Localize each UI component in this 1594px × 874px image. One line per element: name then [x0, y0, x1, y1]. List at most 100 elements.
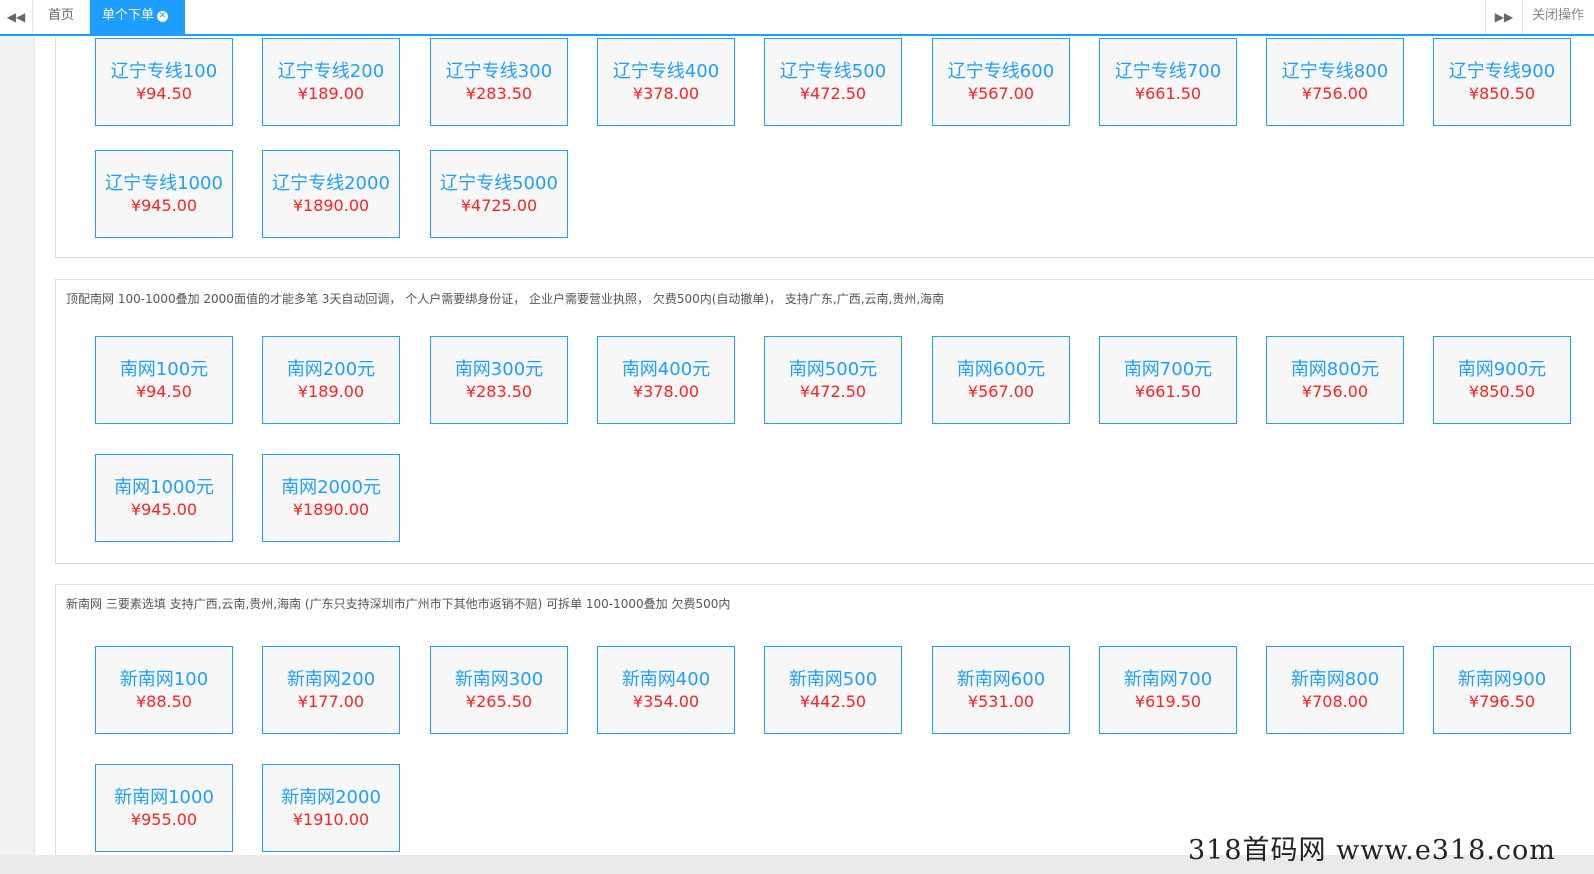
product-price: ¥661.50: [1134, 382, 1202, 401]
watermark: 318首码网 www.e318.com: [1188, 835, 1556, 866]
section-new-nanwang: 新南网 三要素选填 支持广西,云南,贵州,海南 (广东只支持深圳市广州市下其他市…: [55, 584, 1594, 855]
product-name: 南网500元: [788, 359, 878, 380]
close-icon[interactable]: ✕: [157, 11, 169, 22]
product-card[interactable]: 新南网100 ¥88.50: [95, 646, 233, 734]
product-card[interactable]: 南网900元 ¥850.50: [1433, 336, 1571, 424]
product-card[interactable]: 南网300元 ¥283.50: [430, 336, 568, 424]
product-name: 新南网100: [119, 669, 209, 690]
product-card[interactable]: 新南网200 ¥177.00: [262, 646, 400, 734]
product-price: ¥567.00: [967, 382, 1035, 401]
product-card[interactable]: 南网600元 ¥567.00: [932, 336, 1070, 424]
product-card[interactable]: 新南网700 ¥619.50: [1099, 646, 1237, 734]
product-card[interactable]: 辽宁专线900 ¥850.50: [1433, 38, 1571, 126]
product-name: 南网200元: [286, 359, 376, 380]
product-card[interactable]: 南网700元 ¥661.50: [1099, 336, 1237, 424]
product-name: 南网600元: [956, 359, 1046, 380]
product-price: ¥756.00: [1301, 84, 1369, 103]
product-card[interactable]: 南网500元 ¥472.50: [764, 336, 902, 424]
product-card[interactable]: 辽宁专线5000 ¥4725.00: [430, 150, 568, 238]
product-price: ¥94.50: [136, 382, 192, 401]
product-card[interactable]: 辽宁专线300 ¥283.50: [430, 38, 568, 126]
product-name: 辽宁专线100: [110, 61, 218, 82]
product-card[interactable]: 南网1000元 ¥945.00: [95, 454, 233, 542]
product-name: 新南网800: [1290, 669, 1380, 690]
product-price: ¥945.00: [130, 196, 198, 215]
product-name: 辽宁专线600: [947, 61, 1055, 82]
section-nanwang: 顶配南网 100-1000叠加 2000面值的才能多笔 3天自动回调， 个人户需…: [55, 279, 1594, 564]
tab-scroll-right-icon[interactable]: ▶▶: [1485, 0, 1523, 34]
product-card[interactable]: 新南网300 ¥265.50: [430, 646, 568, 734]
tab-single-order[interactable]: 单个下单 ✕: [90, 0, 185, 34]
product-card[interactable]: 南网100元 ¥94.50: [95, 336, 233, 424]
product-card[interactable]: 新南网500 ¥442.50: [764, 646, 902, 734]
product-price: ¥378.00: [632, 84, 700, 103]
product-name: 新南网900: [1457, 669, 1547, 690]
product-price: ¥88.50: [136, 692, 192, 711]
product-price: ¥850.50: [1468, 382, 1536, 401]
content-frame: 辽宁专线100 ¥94.50 辽宁专线200 ¥189.00 辽宁专线300 ¥283.5…: [34, 37, 1594, 855]
product-name: 辽宁专线400: [612, 61, 720, 82]
product-price: ¥472.50: [799, 382, 867, 401]
product-card[interactable]: 新南网900 ¥796.50: [1433, 646, 1571, 734]
product-price: ¥531.00: [967, 692, 1035, 711]
product-name: 新南网400: [621, 669, 711, 690]
product-name: 辽宁专线300: [445, 61, 553, 82]
product-card[interactable]: 辽宁专线600 ¥567.00: [932, 38, 1070, 126]
product-name: 南网100元: [119, 359, 209, 380]
product-card[interactable]: 南网200元 ¥189.00: [262, 336, 400, 424]
product-card[interactable]: 辽宁专线1000 ¥945.00: [95, 150, 233, 238]
tab-scroll-left-icon[interactable]: ◀◀: [0, 0, 33, 34]
product-price: ¥1890.00: [292, 500, 370, 519]
product-price: ¥796.50: [1468, 692, 1536, 711]
product-name: 新南网700: [1123, 669, 1213, 690]
product-card[interactable]: 南网2000元 ¥1890.00: [262, 454, 400, 542]
product-name: 辽宁专线800: [1281, 61, 1389, 82]
product-card[interactable]: 辽宁专线800 ¥756.00: [1266, 38, 1404, 126]
product-card[interactable]: 新南网2000 ¥1910.00: [262, 764, 400, 852]
product-card[interactable]: 辽宁专线100 ¥94.50: [95, 38, 233, 126]
product-name: 新南网300: [454, 669, 544, 690]
product-name: 辽宁专线900: [1448, 61, 1556, 82]
product-card[interactable]: 新南网1000 ¥955.00: [95, 764, 233, 852]
product-card[interactable]: 辽宁专线500 ¥472.50: [764, 38, 902, 126]
product-price: ¥567.00: [967, 84, 1035, 103]
product-price: ¥378.00: [632, 382, 700, 401]
product-price: ¥94.50: [136, 84, 192, 103]
product-price: ¥1910.00: [292, 810, 370, 829]
tab-single-order-label: 单个下单: [102, 8, 155, 23]
product-card[interactable]: 新南网600 ¥531.00: [932, 646, 1070, 734]
product-card[interactable]: 辽宁专线400 ¥378.00: [597, 38, 735, 126]
product-price: ¥850.50: [1468, 84, 1536, 103]
product-price: ¥283.50: [465, 382, 533, 401]
product-name: 南网2000元: [281, 477, 381, 498]
product-card[interactable]: 南网800元 ¥756.00: [1266, 336, 1404, 424]
section-note: 新南网 三要素选填 支持广西,云南,贵州,海南 (广东只支持深圳市广州市下其他市…: [66, 597, 731, 611]
product-price: ¥189.00: [297, 84, 365, 103]
close-operations-menu[interactable]: 关闭操作: [1522, 0, 1594, 34]
product-name: 南网700元: [1123, 359, 1213, 380]
product-name: 辽宁专线1000: [105, 173, 223, 194]
section-note: 顶配南网 100-1000叠加 2000面值的才能多笔 3天自动回调， 个人户需…: [66, 292, 945, 306]
product-name: 辽宁专线5000: [440, 173, 558, 194]
product-price: ¥189.00: [297, 382, 365, 401]
product-name: 南网400元: [621, 359, 711, 380]
product-card[interactable]: 辽宁专线2000 ¥1890.00: [262, 150, 400, 238]
product-name: 南网900元: [1457, 359, 1547, 380]
product-name: 新南网600: [956, 669, 1046, 690]
product-name: 新南网2000: [281, 787, 381, 808]
product-price: ¥283.50: [465, 84, 533, 103]
product-name: 辽宁专线2000: [272, 173, 390, 194]
product-price: ¥4725.00: [460, 196, 538, 215]
product-price: ¥708.00: [1301, 692, 1369, 711]
product-card[interactable]: 新南网400 ¥354.00: [597, 646, 735, 734]
product-card[interactable]: 辽宁专线700 ¥661.50: [1099, 38, 1237, 126]
product-price: ¥354.00: [632, 692, 700, 711]
product-price: ¥1890.00: [292, 196, 370, 215]
tab-home[interactable]: 首页: [33, 0, 90, 34]
product-card[interactable]: 辽宁专线200 ¥189.00: [262, 38, 400, 126]
product-price: ¥945.00: [130, 500, 198, 519]
product-card[interactable]: 新南网800 ¥708.00: [1266, 646, 1404, 734]
product-name: 辽宁专线500: [779, 61, 887, 82]
product-card[interactable]: 南网400元 ¥378.00: [597, 336, 735, 424]
product-name: 南网800元: [1290, 359, 1380, 380]
